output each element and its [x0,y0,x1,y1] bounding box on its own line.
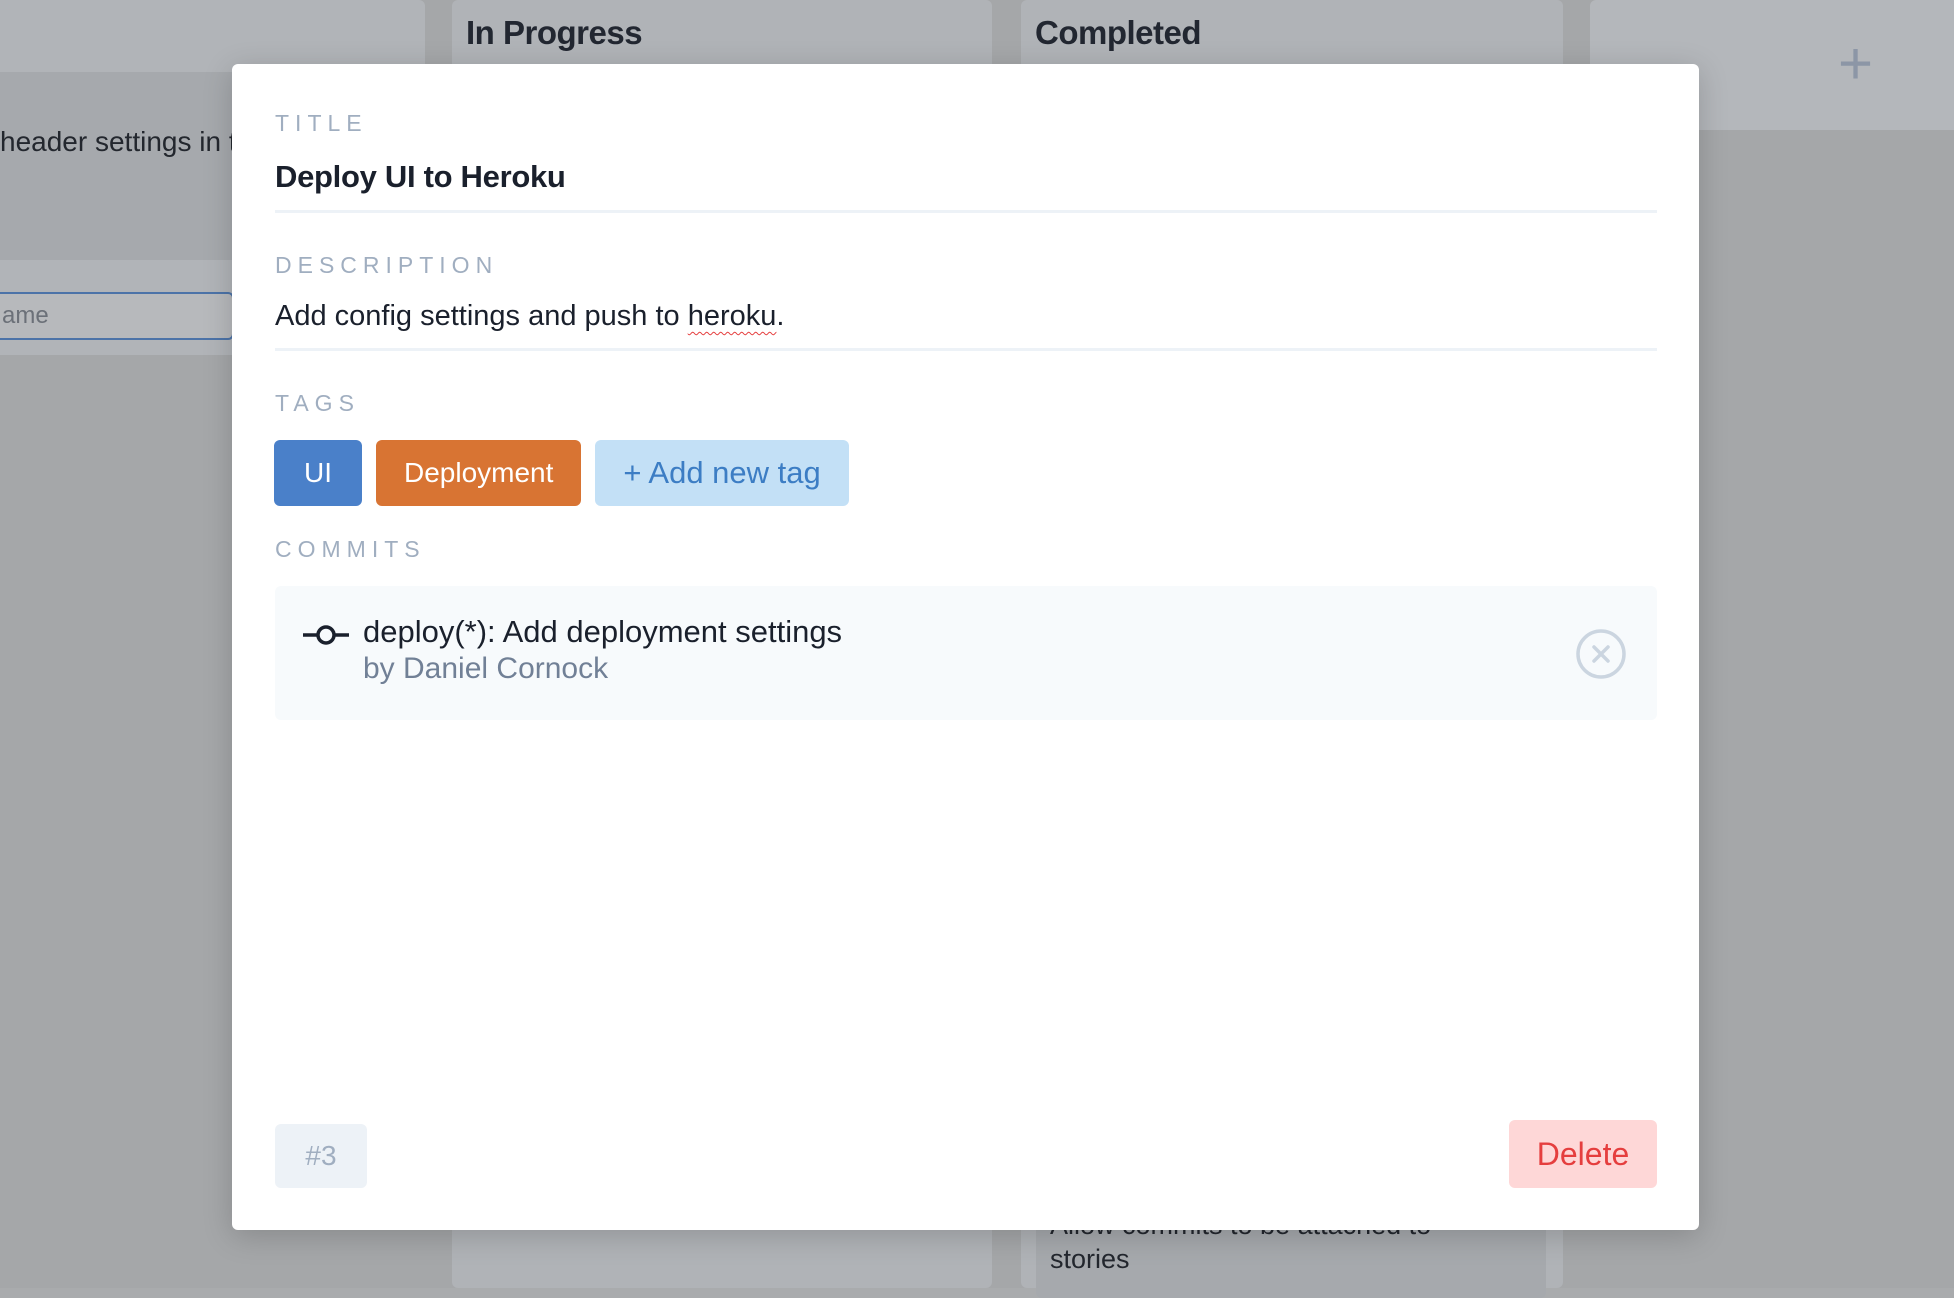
remove-commit-icon[interactable] [1575,628,1627,680]
story-card-text: header settings in t [0,126,237,157]
column-title: In Progress [466,14,643,51]
title-field[interactable]: Deploy UI to Heroku [275,159,1657,195]
git-commit-icon [303,625,349,645]
description-underline [275,348,1657,351]
story-modal: TITLE Deploy UI to Heroku DESCRIPTION Ad… [232,64,1699,1230]
description-suffix: . [776,300,785,332]
commit-author: by Daniel Cornock [363,652,609,685]
description-label: DESCRIPTION [275,252,499,278]
plus-icon[interactable]: + [1838,34,1873,94]
column-title: Completed [1035,14,1202,51]
commits-label: COMMITS [275,536,426,562]
add-tag-button[interactable]: + Add new tag [595,440,849,506]
commit-message: deploy(*): Add deployment settings [363,614,843,649]
title-underline [275,210,1657,213]
tag-ui[interactable]: UI [274,440,362,506]
new-story-input-placeholder: ame [2,302,49,329]
delete-button[interactable]: Delete [1509,1120,1657,1188]
description-field[interactable]: Add config settings and push to heroku. [275,300,1657,333]
new-story-input[interactable]: ame [0,292,234,340]
misspelled-word: heroku [687,300,777,332]
tags-label: TAGS [275,390,360,416]
tag-deployment[interactable]: Deployment [376,440,582,506]
title-label: TITLE [275,110,368,136]
commit-item: deploy(*): Add deployment settings by Da… [275,586,1657,720]
story-number-badge: #3 [275,1124,367,1188]
description-text: Add config settings and push to [275,300,688,332]
tags-list: UI Deployment + Add new tag [274,440,849,506]
